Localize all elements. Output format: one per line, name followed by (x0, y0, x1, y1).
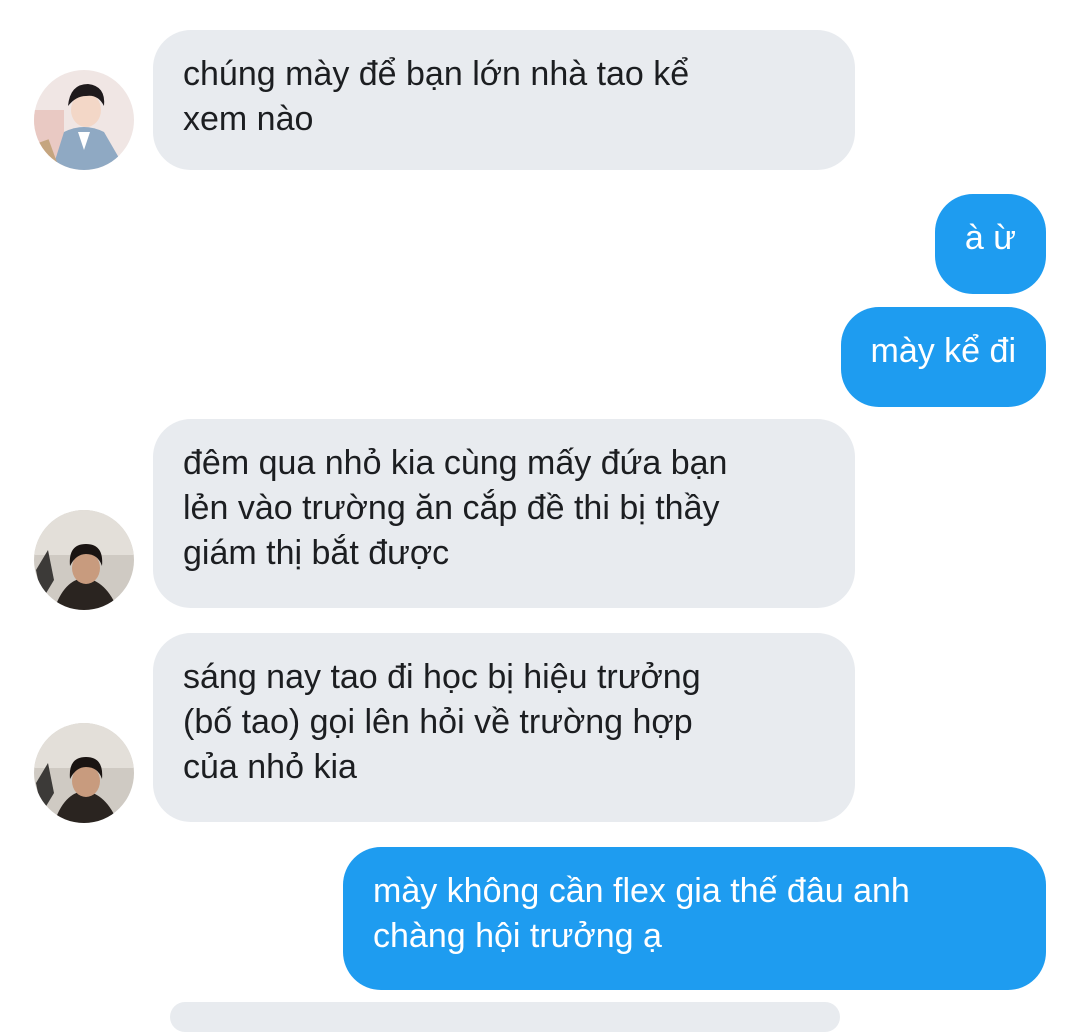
avatar[interactable] (34, 510, 134, 610)
profile-photo-icon (34, 70, 134, 170)
incoming-message[interactable]: sáng nay tao đi học bị hiệu trưởng (bố t… (153, 633, 855, 822)
avatar[interactable] (34, 723, 134, 823)
profile-photo-icon (34, 723, 134, 823)
outgoing-message[interactable]: mày kể đi (840, 307, 1046, 407)
avatar[interactable] (34, 70, 134, 170)
next-message-peek (170, 1002, 840, 1032)
profile-photo-icon (34, 510, 134, 610)
outgoing-message[interactable]: à ừ (934, 194, 1046, 294)
outgoing-message[interactable]: mày không cần flex gia thế đâu anh chàng… (343, 847, 1046, 990)
incoming-message[interactable]: chúng mày để bạn lớn nhà tao kể xem nào (153, 30, 855, 170)
incoming-message[interactable]: đêm qua nhỏ kia cùng mấy đứa bạn lẻn vào… (153, 419, 855, 608)
